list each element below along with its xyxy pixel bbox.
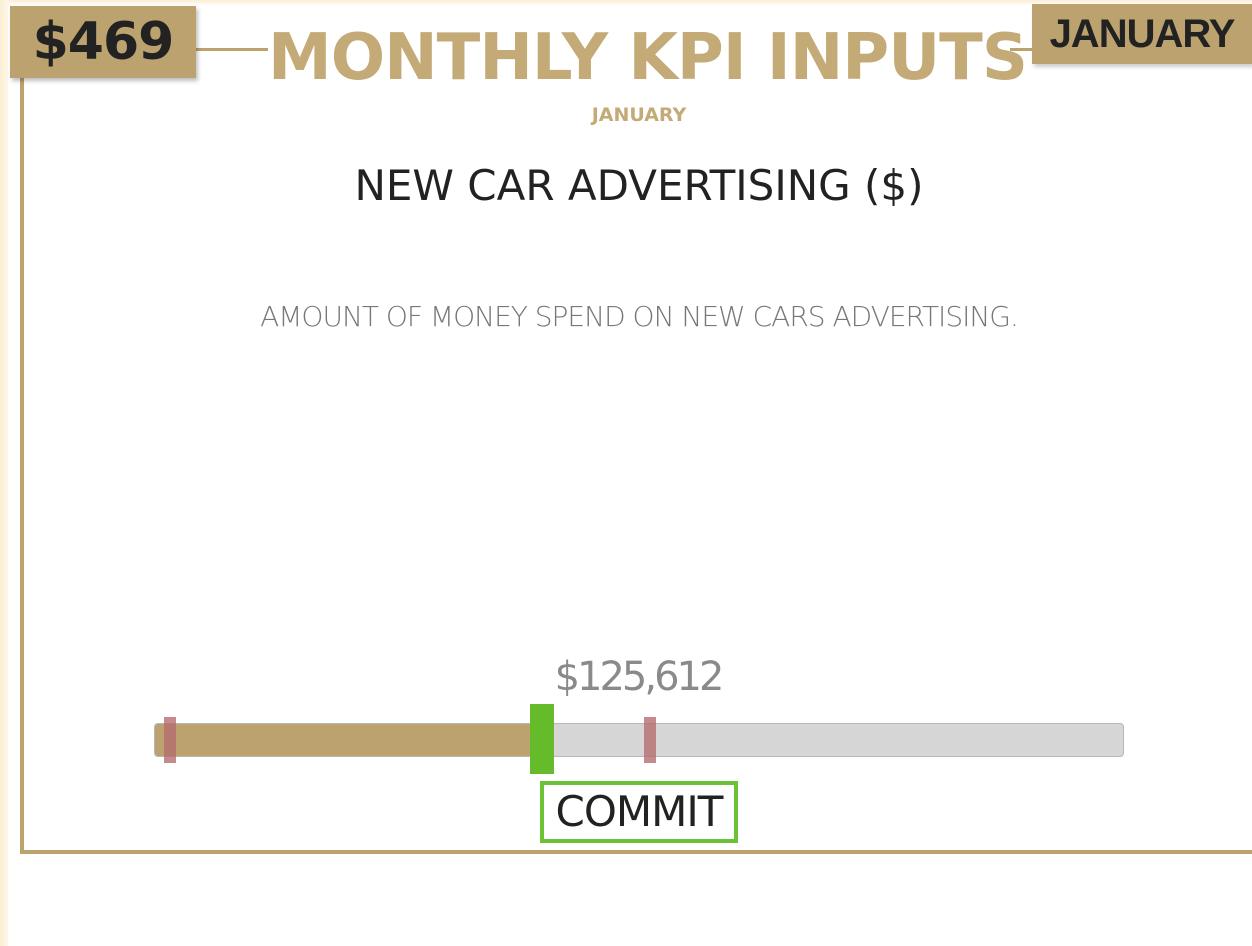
kpi-description: AMOUNT OF MONEY SPEND ON NEW CARS ADVERT… (260, 300, 1019, 333)
page-subtitle: JANUARY (591, 104, 687, 126)
month-badge: JANUARY (1032, 4, 1252, 64)
edge-glow (0, 0, 8, 946)
slider-value-label: $125,612 (554, 654, 725, 700)
kpi-title: NEW CAR ADVERTISING ($) (354, 161, 924, 210)
page-title: MONTHLY KPI INPUTS (268, 21, 1028, 95)
commit-button[interactable]: COMMIT (540, 781, 738, 843)
slider-handle[interactable] (530, 704, 554, 774)
header-rule-left (196, 48, 268, 51)
slider-marker-low (163, 717, 176, 763)
balance-badge: $469 (10, 6, 196, 78)
slider-track[interactable] (154, 723, 1124, 757)
slider-marker-high (643, 717, 656, 763)
slider-fill (155, 724, 543, 756)
